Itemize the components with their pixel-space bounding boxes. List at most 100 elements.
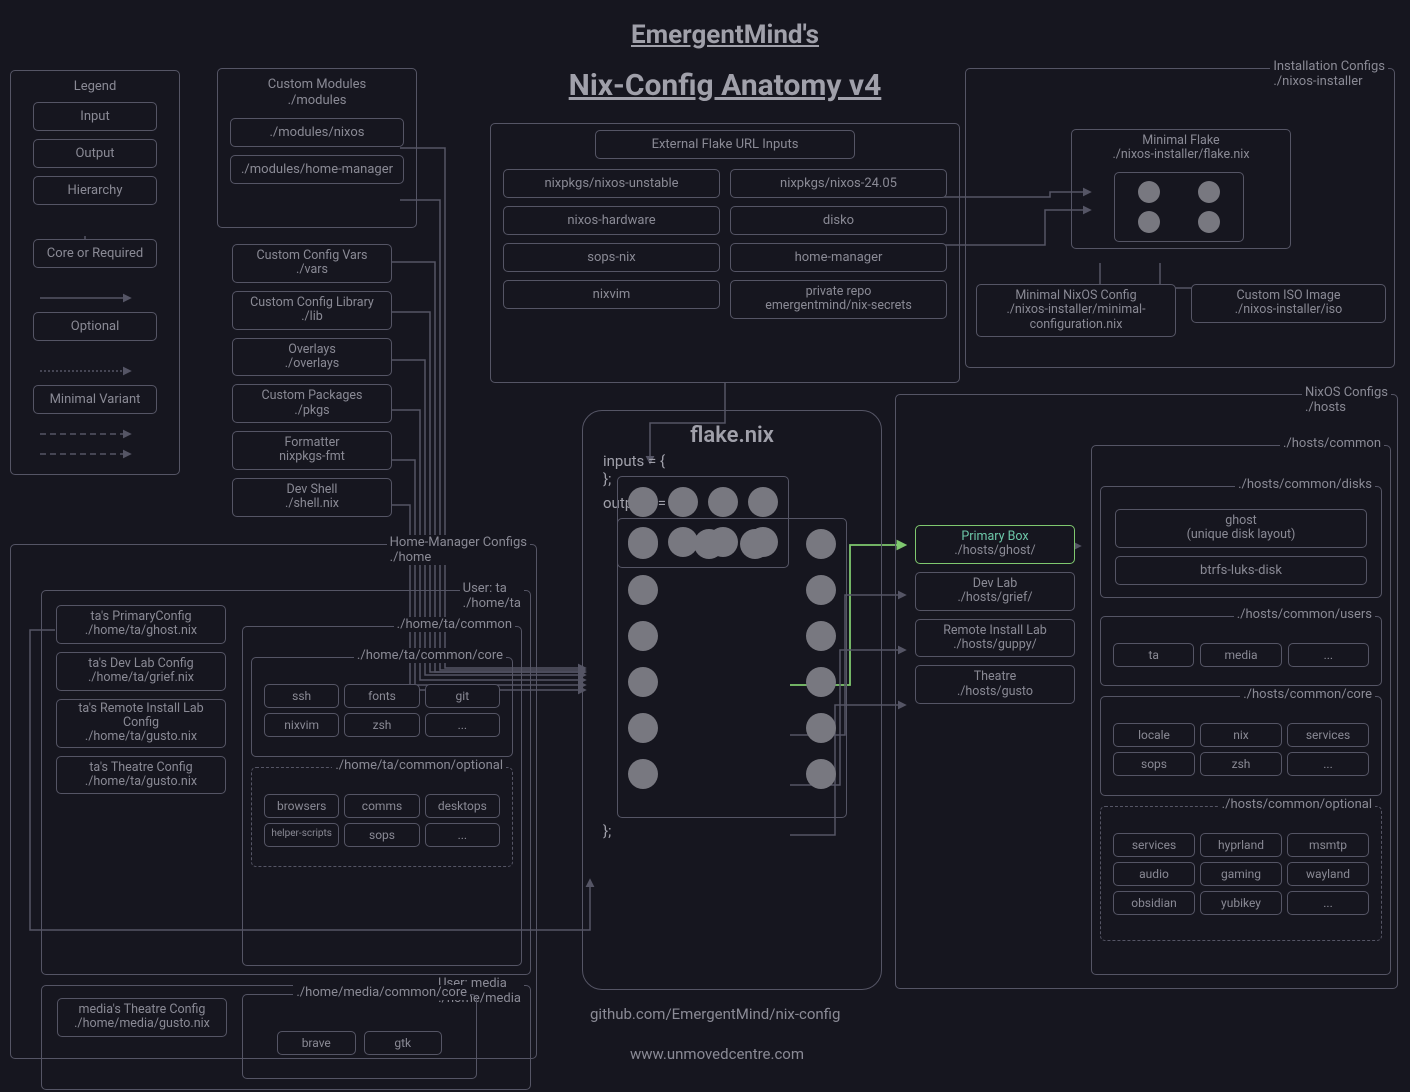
modules-path: ./modules [222,93,412,109]
side-shell: Dev Shell./shell.nix [232,478,392,517]
legend-title: Legend [15,75,175,102]
hm-ta-core: ./home/ta/common/core ssh fonts git nixv… [251,657,513,757]
hm-ta-common: ./home/ta/common ./home/ta/common/core s… [242,626,522,966]
hm-cfg-remote: ta's Remote Install Lab Config./home/ta/… [56,699,226,748]
legend-optional: Optional [33,312,157,341]
nixos-opt-more: ... [1287,891,1369,915]
legend-panel: Legend Input Output Hierarchy Core or Re… [10,70,180,475]
modules-nixos: ./modules/nixos [230,118,404,147]
hm-taopt-more: ... [425,823,500,847]
footer-github: github.com/EmergentMind/nix-config [590,1005,840,1023]
modules-hm: ./modules/home-manager [230,155,404,184]
install-mf-dots [1114,172,1244,242]
flake-inputs-label: inputs = { [587,452,877,470]
ext-private-repo: private repoemergentmind/nix-secrets [730,280,947,319]
hm-cfg-theatre: ta's Theatre Config./home/ta/gusto.nix [56,756,226,795]
nixos-opt-obsidian: obsidian [1113,891,1195,915]
nixos-opt-audio: audio [1113,862,1195,886]
hm-media-gtk: gtk [364,1031,443,1055]
hm-media-brave: brave [277,1031,356,1055]
hm-cfg-dev: ta's Dev Lab Config./home/ta/grief.nix [56,652,226,691]
nixos-opt-hyprland: hyprland [1200,833,1282,857]
legend-minimal: Minimal Variant [33,385,157,414]
install-minimal-config: Minimal NixOS Config./nixos-installer/mi… [976,284,1176,337]
hm-taopt-sops: sops [344,823,419,847]
hm-tacore-nixvim: nixvim [264,713,339,737]
ext-nixpkgs-2405: nixpkgs/nixos-24.05 [730,169,947,198]
nixos-disks-ghost: ghost(unique disk layout) [1115,509,1367,548]
nixos-user-more: ... [1288,643,1369,667]
nixos-disks-btrfs: btrfs-luks-disk [1115,556,1367,585]
legend-input: Input [33,102,157,131]
ext-nixvim: nixvim [503,280,720,309]
nixos-opt-services: services [1113,833,1195,857]
nixos-core-more: ... [1287,752,1369,776]
hm-tacore-fonts: fonts [344,684,419,708]
nixos-users: ./hosts/common/users ta media ... [1100,616,1382,686]
nixos-core-nix: nix [1200,723,1282,747]
hm-tacore-zsh: zsh [344,713,419,737]
hm-cfg-primary: ta's PrimaryConfig./home/ta/ghost.nix [56,605,226,644]
nixos-opt-gaming: gaming [1200,862,1282,886]
nixos-core-zsh: zsh [1200,752,1282,776]
nixos-user-ta: ta [1113,643,1194,667]
flake-outputs-dots [617,518,847,818]
host-dev: Dev Lab./hosts/grief/ [915,572,1075,611]
hm-ta-cfgs: ta's PrimaryConfig./home/ta/ghost.nix ta… [56,605,226,794]
hm-panel: Home-Manager Configs./home User: ta./hom… [10,544,537,1059]
legend-core: Core or Required [33,239,157,268]
ext-nixos-hardware: nixos-hardware [503,206,720,235]
hm-user-media: User: media./home/media media's Theatre … [41,985,531,1090]
flake-outputs-close: }; [587,822,877,840]
modules-panel: Custom Modules ./modules ./modules/nixos… [217,68,417,228]
hm-taopt-desktops: desktops [425,794,500,818]
host-primary: Primary Box./hosts/ghost/ [915,525,1075,564]
nixos-opt-yubikey: yubikey [1200,891,1282,915]
flake-title: flake.nix [587,415,877,452]
external-inputs-panel: External Flake URL Inputs nixpkgs/nixos-… [490,123,960,383]
ext-nixpkgs-unstable: nixpkgs/nixos-unstable [503,169,720,198]
hm-ta-optional: ./home/ta/common/optional browsers comms… [251,767,513,867]
host-pills: Primary Box./hosts/ghost/ Dev Lab./hosts… [915,525,1075,704]
side-vars: Custom Config Vars./vars [232,244,392,283]
flake-panel: flake.nix inputs = { }; outputs = { }; [582,410,882,990]
title-main: Nix-Config Anatomy v4 [400,68,1050,103]
hm-taopt-browsers: browsers [264,794,339,818]
nixos-user-media: media [1200,643,1281,667]
install-minimal-flake: Minimal Flake./nixos-installer/flake.nix [1071,129,1291,249]
hm-taopt-helper: helper-scripts [264,823,339,847]
side-overlays: Overlays./overlays [232,338,392,377]
nixos-core-locale: locale [1113,723,1195,747]
host-theatre: Theatre./hosts/gusto [915,665,1075,704]
side-stack: Custom Config Vars./vars Custom Config L… [232,244,392,517]
nixos-core-sops: sops [1113,752,1195,776]
footer-site: www.unmovedcentre.com [630,1045,804,1063]
hm-tacore-git: git [425,684,500,708]
ext-sops-nix: sops-nix [503,243,720,272]
nixos-core-services: services [1287,723,1369,747]
install-iso: Custom ISO Image./nixos-installer/iso [1191,284,1386,323]
hm-taopt-comms: comms [344,794,419,818]
nixos-core: ./hosts/common/core locale nix services … [1100,696,1382,796]
legend-output: Output [33,139,157,168]
side-pkgs: Custom Packages./pkgs [232,384,392,423]
host-remote: Remote Install Lab./hosts/guppy/ [915,619,1075,658]
nixos-opt-msmtp: msmtp [1287,833,1369,857]
modules-title: Custom Modules [222,77,412,93]
nixos-disks: ./hosts/common/disks ghost(unique disk l… [1100,486,1382,598]
hm-cfg-media: media's Theatre Config./home/media/gusto… [57,998,227,1037]
nixos-optional: ./hosts/common/optional services hyprlan… [1100,806,1382,941]
nixos-opt-wayland: wayland [1287,862,1369,886]
ext-home-manager: home-manager [730,243,947,272]
install-panel: Installation Configs./nixos-installer Mi… [965,68,1395,368]
hm-tacore-ssh: ssh [264,684,339,708]
side-fmt: Formatternixpkgs-fmt [232,431,392,470]
external-inputs-title: External Flake URL Inputs [595,130,855,159]
title-author: EmergentMind's [400,20,1050,50]
hm-media-core: ./home/media/common/core brave gtk [242,994,477,1079]
nixos-common: ./hosts/common ./hosts/common/disks ghos… [1091,445,1391,975]
ext-disko: disko [730,206,947,235]
legend-hierarchy: Hierarchy [33,176,157,205]
side-lib: Custom Config Library./lib [232,291,392,330]
hm-tacore-more: ... [425,713,500,737]
